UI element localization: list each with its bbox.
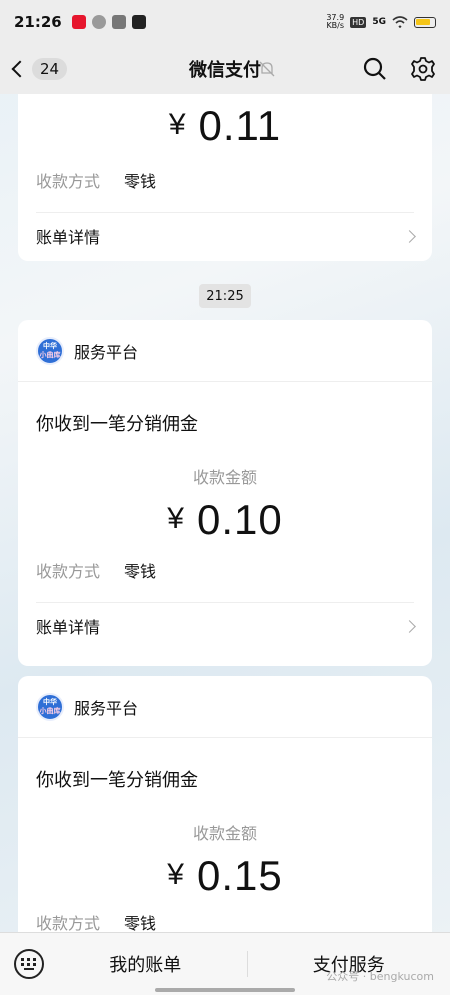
chevron-left-icon	[11, 60, 29, 78]
wechat-icon	[91, 15, 106, 29]
message-timestamp: 21:25	[199, 284, 251, 308]
amount-label: 收款金额	[192, 824, 257, 843]
status-bar: 21:26 37.9 KB/s HD 5G	[0, 0, 450, 44]
watermark-text: 公众号 · bengkucom	[326, 970, 434, 983]
keyboard-toggle-button[interactable]	[14, 949, 44, 979]
avatar-text-line2: 小曲库	[39, 706, 61, 715]
payment-method-row: 收款方式 零钱	[18, 544, 432, 582]
payment-method-value: 零钱	[124, 172, 157, 191]
payment-method-label: 收款方式	[36, 172, 101, 191]
status-app-icons	[71, 15, 146, 29]
currency-symbol: ¥	[167, 502, 185, 535]
battery-icon	[414, 16, 436, 28]
payment-card: 中华 小曲库 服务平台 你收到一笔分销佣金 收款金额 ¥0.15 收款方式 零钱	[18, 676, 432, 966]
bill-detail-link[interactable]: 账单详情	[18, 213, 432, 259]
payment-method-value: 零钱	[124, 914, 157, 933]
payment-card: 中华 小曲库 服务平台 你收到一笔分销佣金 收款金额 ¥0.10 收款方式 零钱…	[18, 320, 432, 666]
amount-number: 0.15	[196, 852, 283, 899]
currency-symbol: ¥	[167, 858, 185, 891]
watermark: 公众号 · bengkucom	[326, 968, 434, 984]
card-header[interactable]: 中华 小曲库 服务平台	[18, 320, 432, 382]
payment-method-label: 收款方式	[36, 562, 101, 581]
sender-name: 服务平台	[74, 342, 139, 362]
message-title: 你收到一笔分销佣金	[36, 770, 198, 791]
payment-method-row: 收款方式 零钱	[18, 900, 432, 934]
net-speed-unit: KB/s	[326, 21, 345, 30]
signal-5g-icon: 5G	[372, 17, 386, 27]
back-button[interactable]: 24	[0, 58, 68, 80]
alipay-icon	[111, 15, 126, 29]
payment-method-label: 收款方式	[36, 914, 101, 933]
hd-icon: HD	[350, 16, 367, 28]
amount-value: ¥0.10	[18, 496, 432, 544]
payment-method-row: 收款方式 零钱	[18, 150, 432, 192]
amount-number: 0.10	[196, 496, 283, 543]
bottom-menu-bar: 我的账单 支付服务	[0, 932, 450, 995]
muted-bell-icon	[259, 61, 275, 77]
home-indicator[interactable]	[155, 988, 295, 992]
net-speed: 37.9 KB/s	[326, 14, 344, 30]
avatar: 中华 小曲库	[36, 692, 64, 721]
status-time: 21:26	[14, 13, 62, 31]
bill-detail-label: 账单详情	[36, 228, 101, 247]
avatar: 中华 小曲库	[36, 336, 64, 365]
search-icon	[363, 57, 386, 80]
my-bills-menu[interactable]: 我的账单	[44, 951, 247, 977]
video-app-icon	[131, 15, 146, 29]
unread-count-badge: 24	[32, 58, 68, 80]
keyboard-icon	[21, 958, 36, 970]
amount-value: ¥0.11	[18, 102, 432, 150]
wifi-icon	[392, 16, 408, 28]
amount-number: 0.11	[198, 102, 282, 149]
sender-name: 服务平台	[74, 698, 139, 718]
amount-value: ¥0.15	[18, 852, 432, 900]
chevron-right-icon	[403, 229, 416, 243]
avatar-text-line1: 中华	[43, 697, 57, 706]
currency-symbol: ¥	[168, 108, 187, 141]
status-system-icons: 37.9 KB/s HD 5G	[326, 14, 436, 30]
bill-detail-label: 账单详情	[36, 618, 101, 637]
nav-bar: 24 微信支付	[0, 44, 450, 94]
chevron-right-icon	[403, 619, 416, 633]
gear-icon	[411, 57, 435, 81]
payment-method-value: 零钱	[124, 562, 157, 581]
amount-label: 收款金额	[192, 468, 257, 487]
settings-button[interactable]	[410, 56, 436, 82]
message-title: 你收到一笔分销佣金	[36, 414, 198, 435]
weibo-icon	[71, 15, 86, 29]
avatar-text-line2: 小曲库	[39, 350, 61, 359]
bill-detail-link[interactable]: 账单详情	[18, 603, 432, 649]
payment-card: ¥0.11 收款方式 零钱 账单详情	[18, 94, 432, 261]
card-header[interactable]: 中华 小曲库 服务平台	[18, 676, 432, 738]
avatar-text-line1: 中华	[43, 341, 57, 350]
search-button[interactable]	[362, 56, 388, 82]
